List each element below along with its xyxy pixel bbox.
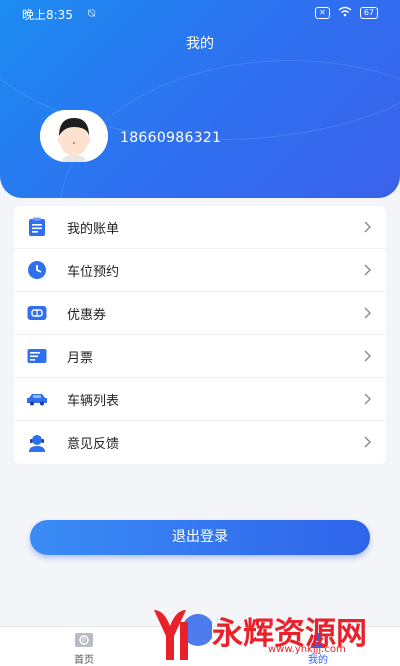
chevron-right-icon <box>364 436 371 448</box>
mute-icon: ⍉ <box>88 6 96 20</box>
sim-icon: ✕ <box>315 7 330 19</box>
feedback-icon <box>26 432 48 454</box>
menu-item-vehicle-list[interactable]: 车辆列表 <box>14 378 386 421</box>
menu-item-coupon[interactable]: 优惠券 <box>14 292 386 335</box>
wifi-icon <box>338 6 352 20</box>
menu-item-label: 意见反馈 <box>67 437 120 452</box>
chevron-right-icon <box>364 307 371 319</box>
menu-item-label: 车位预约 <box>67 264 120 280</box>
coupon-icon <box>26 302 48 324</box>
menu-item-label: 月票 <box>67 350 94 366</box>
page-title: 我的 <box>186 36 214 52</box>
menu-item-bill[interactable]: 我的账单 <box>14 206 386 249</box>
user-phone: 18660986321 <box>120 130 222 146</box>
watermark-logo <box>154 610 212 660</box>
menu-list: 我的账单 车位预约 优惠券 月票 车辆列表 意见反馈 <box>14 206 386 464</box>
chevron-right-icon <box>364 264 371 276</box>
svg-text:P: P <box>82 638 86 645</box>
car-icon <box>26 388 48 410</box>
monthly-ticket-icon <box>26 345 48 367</box>
tab-label: 首页 <box>74 655 94 666</box>
chevron-right-icon <box>364 350 371 362</box>
status-right: ✕ 67 <box>315 6 378 20</box>
chevron-right-icon <box>364 393 371 405</box>
menu-item-monthly-ticket[interactable]: 月票 <box>14 335 386 378</box>
menu-item-parking-reservation[interactable]: 车位预约 <box>14 249 386 292</box>
home-icon: P <box>74 631 94 649</box>
watermark-url: www.yhkjjj.com <box>268 644 346 655</box>
battery-icon: 67 <box>359 7 378 19</box>
status-bar: 晚上8:35 ⍉ ✕ 67 <box>0 6 400 24</box>
profile-header: 晚上8:35 ⍉ ✕ 67 我的 18660986321 <box>0 0 400 198</box>
menu-item-feedback[interactable]: 意见反馈 <box>14 421 386 464</box>
bill-icon <box>26 216 48 238</box>
menu-item-label: 车辆列表 <box>67 393 120 409</box>
menu-item-label: 优惠券 <box>67 307 107 323</box>
watermark: 永辉资源网 www.yhkjjj.com <box>150 602 390 664</box>
status-time: 晚上8:35 <box>22 8 73 22</box>
menu-item-label: 我的账单 <box>67 221 120 237</box>
clock-icon <box>26 259 48 281</box>
tab-home[interactable]: P 首页 <box>54 631 114 666</box>
logout-button[interactable]: 退出登录 <box>30 520 370 555</box>
chevron-right-icon <box>364 221 371 233</box>
avatar[interactable] <box>40 110 108 162</box>
